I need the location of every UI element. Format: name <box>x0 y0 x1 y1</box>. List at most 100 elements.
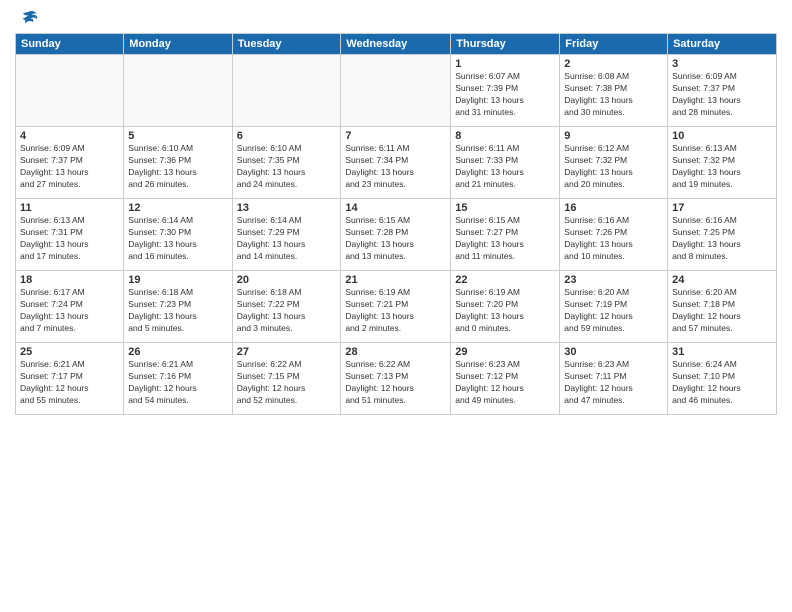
header <box>15 10 777 25</box>
day-number: 15 <box>455 202 555 214</box>
day-number: 3 <box>672 58 772 70</box>
day-number: 18 <box>20 274 119 286</box>
day-number: 23 <box>564 274 663 286</box>
calendar-week-1: 1Sunrise: 6:07 AM Sunset: 7:39 PM Daylig… <box>16 55 777 127</box>
day-info: Sunrise: 6:10 AM Sunset: 7:36 PM Dayligh… <box>128 143 227 191</box>
day-info: Sunrise: 6:15 AM Sunset: 7:27 PM Dayligh… <box>455 215 555 263</box>
day-info: Sunrise: 6:08 AM Sunset: 7:38 PM Dayligh… <box>564 71 663 119</box>
calendar-week-4: 18Sunrise: 6:17 AM Sunset: 7:24 PM Dayli… <box>16 271 777 343</box>
header-wednesday: Wednesday <box>341 34 451 55</box>
calendar-cell: 12Sunrise: 6:14 AM Sunset: 7:30 PM Dayli… <box>124 199 232 271</box>
day-number: 2 <box>564 58 663 70</box>
header-tuesday: Tuesday <box>232 34 341 55</box>
calendar-cell <box>341 55 451 127</box>
day-info: Sunrise: 6:21 AM Sunset: 7:16 PM Dayligh… <box>128 359 227 407</box>
day-info: Sunrise: 6:16 AM Sunset: 7:26 PM Dayligh… <box>564 215 663 263</box>
calendar-cell <box>124 55 232 127</box>
day-number: 9 <box>564 130 663 142</box>
calendar-cell: 30Sunrise: 6:23 AM Sunset: 7:11 PM Dayli… <box>560 343 668 415</box>
day-number: 19 <box>128 274 227 286</box>
calendar-cell: 14Sunrise: 6:15 AM Sunset: 7:28 PM Dayli… <box>341 199 451 271</box>
calendar-cell: 17Sunrise: 6:16 AM Sunset: 7:25 PM Dayli… <box>668 199 777 271</box>
day-info: Sunrise: 6:18 AM Sunset: 7:23 PM Dayligh… <box>128 287 227 335</box>
day-number: 17 <box>672 202 772 214</box>
day-info: Sunrise: 6:11 AM Sunset: 7:34 PM Dayligh… <box>345 143 446 191</box>
day-info: Sunrise: 6:14 AM Sunset: 7:29 PM Dayligh… <box>237 215 337 263</box>
day-info: Sunrise: 6:24 AM Sunset: 7:10 PM Dayligh… <box>672 359 772 407</box>
day-info: Sunrise: 6:23 AM Sunset: 7:11 PM Dayligh… <box>564 359 663 407</box>
calendar-cell: 9Sunrise: 6:12 AM Sunset: 7:32 PM Daylig… <box>560 127 668 199</box>
calendar-cell <box>16 55 124 127</box>
day-info: Sunrise: 6:22 AM Sunset: 7:15 PM Dayligh… <box>237 359 337 407</box>
day-info: Sunrise: 6:11 AM Sunset: 7:33 PM Dayligh… <box>455 143 555 191</box>
calendar-cell: 4Sunrise: 6:09 AM Sunset: 7:37 PM Daylig… <box>16 127 124 199</box>
calendar-cell: 2Sunrise: 6:08 AM Sunset: 7:38 PM Daylig… <box>560 55 668 127</box>
day-number: 28 <box>345 346 446 358</box>
day-number: 5 <box>128 130 227 142</box>
logo <box>15 10 39 25</box>
day-number: 16 <box>564 202 663 214</box>
day-info: Sunrise: 6:23 AM Sunset: 7:12 PM Dayligh… <box>455 359 555 407</box>
day-info: Sunrise: 6:15 AM Sunset: 7:28 PM Dayligh… <box>345 215 446 263</box>
calendar-cell: 15Sunrise: 6:15 AM Sunset: 7:27 PM Dayli… <box>451 199 560 271</box>
header-saturday: Saturday <box>668 34 777 55</box>
day-info: Sunrise: 6:19 AM Sunset: 7:20 PM Dayligh… <box>455 287 555 335</box>
day-info: Sunrise: 6:13 AM Sunset: 7:32 PM Dayligh… <box>672 143 772 191</box>
calendar-cell: 24Sunrise: 6:20 AM Sunset: 7:18 PM Dayli… <box>668 271 777 343</box>
day-info: Sunrise: 6:13 AM Sunset: 7:31 PM Dayligh… <box>20 215 119 263</box>
calendar-cell: 21Sunrise: 6:19 AM Sunset: 7:21 PM Dayli… <box>341 271 451 343</box>
header-monday: Monday <box>124 34 232 55</box>
calendar-cell: 8Sunrise: 6:11 AM Sunset: 7:33 PM Daylig… <box>451 127 560 199</box>
day-number: 30 <box>564 346 663 358</box>
day-info: Sunrise: 6:20 AM Sunset: 7:19 PM Dayligh… <box>564 287 663 335</box>
day-number: 4 <box>20 130 119 142</box>
header-sunday: Sunday <box>16 34 124 55</box>
day-info: Sunrise: 6:19 AM Sunset: 7:21 PM Dayligh… <box>345 287 446 335</box>
calendar-cell: 11Sunrise: 6:13 AM Sunset: 7:31 PM Dayli… <box>16 199 124 271</box>
day-info: Sunrise: 6:09 AM Sunset: 7:37 PM Dayligh… <box>20 143 119 191</box>
day-number: 31 <box>672 346 772 358</box>
calendar-cell: 27Sunrise: 6:22 AM Sunset: 7:15 PM Dayli… <box>232 343 341 415</box>
calendar-cell: 28Sunrise: 6:22 AM Sunset: 7:13 PM Dayli… <box>341 343 451 415</box>
calendar-week-3: 11Sunrise: 6:13 AM Sunset: 7:31 PM Dayli… <box>16 199 777 271</box>
calendar-cell: 25Sunrise: 6:21 AM Sunset: 7:17 PM Dayli… <box>16 343 124 415</box>
day-number: 22 <box>455 274 555 286</box>
day-info: Sunrise: 6:17 AM Sunset: 7:24 PM Dayligh… <box>20 287 119 335</box>
day-number: 7 <box>345 130 446 142</box>
day-number: 29 <box>455 346 555 358</box>
day-number: 1 <box>455 58 555 70</box>
day-number: 27 <box>237 346 337 358</box>
calendar-week-2: 4Sunrise: 6:09 AM Sunset: 7:37 PM Daylig… <box>16 127 777 199</box>
calendar-cell <box>232 55 341 127</box>
header-thursday: Thursday <box>451 34 560 55</box>
day-info: Sunrise: 6:12 AM Sunset: 7:32 PM Dayligh… <box>564 143 663 191</box>
calendar-cell: 31Sunrise: 6:24 AM Sunset: 7:10 PM Dayli… <box>668 343 777 415</box>
day-number: 25 <box>20 346 119 358</box>
day-info: Sunrise: 6:09 AM Sunset: 7:37 PM Dayligh… <box>672 71 772 119</box>
day-number: 26 <box>128 346 227 358</box>
calendar-cell: 1Sunrise: 6:07 AM Sunset: 7:39 PM Daylig… <box>451 55 560 127</box>
calendar-cell: 3Sunrise: 6:09 AM Sunset: 7:37 PM Daylig… <box>668 55 777 127</box>
day-number: 20 <box>237 274 337 286</box>
day-info: Sunrise: 6:10 AM Sunset: 7:35 PM Dayligh… <box>237 143 337 191</box>
day-info: Sunrise: 6:18 AM Sunset: 7:22 PM Dayligh… <box>237 287 337 335</box>
day-info: Sunrise: 6:20 AM Sunset: 7:18 PM Dayligh… <box>672 287 772 335</box>
calendar-cell: 6Sunrise: 6:10 AM Sunset: 7:35 PM Daylig… <box>232 127 341 199</box>
day-number: 24 <box>672 274 772 286</box>
day-number: 13 <box>237 202 337 214</box>
calendar-cell: 23Sunrise: 6:20 AM Sunset: 7:19 PM Dayli… <box>560 271 668 343</box>
day-number: 11 <box>20 202 119 214</box>
calendar-cell: 16Sunrise: 6:16 AM Sunset: 7:26 PM Dayli… <box>560 199 668 271</box>
calendar-cell: 18Sunrise: 6:17 AM Sunset: 7:24 PM Dayli… <box>16 271 124 343</box>
calendar-cell: 5Sunrise: 6:10 AM Sunset: 7:36 PM Daylig… <box>124 127 232 199</box>
calendar-cell: 26Sunrise: 6:21 AM Sunset: 7:16 PM Dayli… <box>124 343 232 415</box>
day-number: 10 <box>672 130 772 142</box>
calendar-cell: 19Sunrise: 6:18 AM Sunset: 7:23 PM Dayli… <box>124 271 232 343</box>
day-info: Sunrise: 6:22 AM Sunset: 7:13 PM Dayligh… <box>345 359 446 407</box>
header-friday: Friday <box>560 34 668 55</box>
calendar-cell: 22Sunrise: 6:19 AM Sunset: 7:20 PM Dayli… <box>451 271 560 343</box>
day-info: Sunrise: 6:07 AM Sunset: 7:39 PM Dayligh… <box>455 71 555 119</box>
day-number: 12 <box>128 202 227 214</box>
calendar-cell: 20Sunrise: 6:18 AM Sunset: 7:22 PM Dayli… <box>232 271 341 343</box>
day-number: 21 <box>345 274 446 286</box>
